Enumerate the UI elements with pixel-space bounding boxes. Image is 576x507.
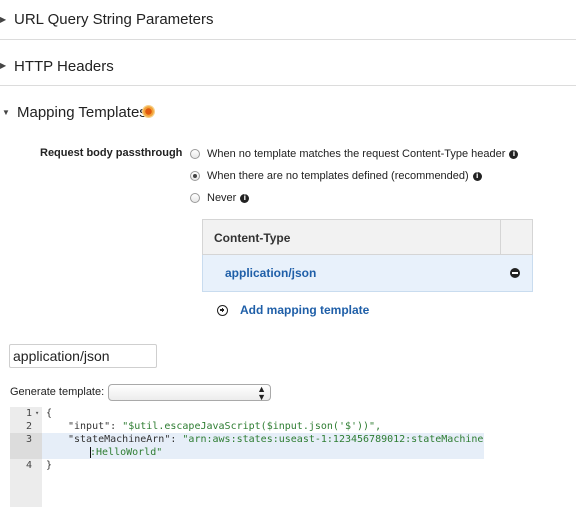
section-title-http-headers: HTTP Headers	[14, 58, 114, 75]
caret-right-icon: ▶	[0, 15, 7, 24]
code-string: "arn:aws:states:useast-1:123456789012:st…	[182, 434, 484, 445]
fold-arrow-icon[interactable]: ▾	[35, 407, 39, 420]
content-type-cell[interactable]: application/json	[225, 266, 316, 280]
code-line[interactable]: 2 "input": "$util.escapeJavaScript($inpu…	[10, 420, 484, 433]
column-header-content-type: Content-Type	[214, 231, 291, 245]
code-key: "stateMachineArn"	[68, 434, 171, 445]
generate-template-select[interactable]: ▲ ▼	[108, 384, 271, 402]
add-mapping-template-link[interactable]: Add mapping template	[240, 303, 369, 317]
select-arrows-icon: ▲ ▼	[257, 384, 266, 402]
passthrough-option-never[interactable]: Never i	[190, 190, 250, 206]
generate-template-label: Generate template:	[10, 386, 105, 398]
remove-icon[interactable]	[510, 268, 520, 278]
table-row[interactable]: application/json	[202, 255, 533, 292]
line-number: 2	[25, 421, 32, 432]
section-title-mapping-templates[interactable]: Mapping Templates	[17, 104, 147, 121]
code-string-wrapped: :HelloWorld"	[90, 446, 163, 458]
table-header: Content-Type	[202, 219, 533, 255]
caret-right-icon: ▶	[0, 61, 7, 70]
section-url-query-params[interactable]: ▶ URL Query String Parameters	[0, 0, 576, 40]
code-key: "input"	[68, 421, 111, 432]
code-text: "input": "$util.escapeJavaScript($input.…	[68, 421, 382, 432]
section-title-url-query: URL Query String Parameters	[14, 11, 214, 28]
passthrough-label: Request body passthrough	[40, 147, 183, 159]
info-icon[interactable]: i	[472, 171, 482, 181]
code-text: "stateMachineArn": "arn:aws:states:useas…	[68, 434, 484, 445]
caret-down-icon[interactable]: ▼	[2, 108, 10, 117]
radio-button-selected[interactable]	[190, 171, 200, 181]
content-type-table: Content-Type application/json	[202, 219, 533, 292]
content-type-input[interactable]	[9, 344, 157, 368]
info-icon[interactable]	[142, 105, 155, 118]
radio-button[interactable]	[190, 193, 200, 203]
section-http-headers[interactable]: ▶ HTTP Headers	[0, 40, 576, 86]
code-text: }	[46, 460, 53, 471]
add-mapping-template-button[interactable]: Add mapping template	[217, 303, 369, 317]
code-line[interactable]: 1 ▾ {	[10, 407, 484, 420]
radio-label: When no template matches the request Con…	[207, 148, 506, 160]
add-icon	[217, 304, 228, 316]
info-icon[interactable]: i	[240, 193, 250, 203]
radio-label: When there are no templates defined (rec…	[207, 170, 469, 182]
column-divider	[500, 220, 501, 255]
passthrough-option-when-no-match[interactable]: When no template matches the request Con…	[190, 146, 519, 162]
code-text: {	[46, 408, 53, 419]
template-code-editor[interactable]: 1 ▾ { 2 "input": "$util.escapeJavaScript…	[10, 407, 484, 507]
code-line-active[interactable]: 3 "stateMachineArn": "arn:aws:states:use…	[10, 433, 484, 459]
code-string: "$util.escapeJavaScript($input.json('$')…	[122, 421, 382, 432]
radio-button[interactable]	[190, 149, 200, 159]
code-line[interactable]: 4 }	[10, 459, 484, 472]
line-number: 4	[25, 460, 32, 471]
passthrough-option-no-templates[interactable]: When there are no templates defined (rec…	[190, 168, 482, 184]
info-icon[interactable]: i	[509, 149, 519, 159]
line-number: 3	[10, 433, 42, 459]
radio-label: Never	[207, 192, 237, 204]
